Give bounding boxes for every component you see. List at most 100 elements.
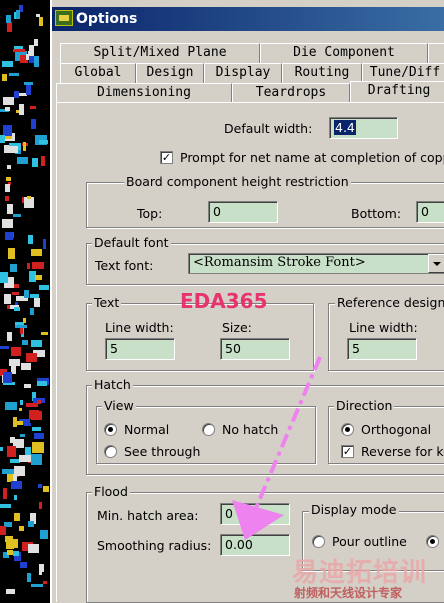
pour-outline-radio[interactable] [312, 535, 325, 548]
reverse-checkbox[interactable]: ✓ [341, 445, 354, 458]
view-see-through-label: See through [124, 444, 201, 459]
pcb-pad [28, 521, 34, 527]
tab-design[interactable]: Design [136, 63, 204, 83]
pcb-pad [28, 544, 39, 553]
app-icon [55, 10, 73, 26]
pcb-pad [34, 56, 39, 67]
title-bar[interactable]: Options [52, 7, 444, 31]
pcb-pad [14, 495, 17, 500]
orthogonal-radio[interactable] [341, 423, 354, 436]
pcb-pad [7, 305, 10, 309]
display-mode-title: Display mode [309, 502, 399, 517]
pcb-pad [15, 325, 27, 328]
pcb-pad [41, 156, 45, 166]
pcb-pad [5, 402, 17, 410]
pcb-pad [24, 423, 31, 426]
text-font-label: Text font: [95, 258, 154, 273]
pcb-pad [31, 584, 43, 587]
pcb-pad [31, 454, 42, 465]
tab-drafting[interactable]: Drafting [350, 81, 444, 103]
pcb-pad [6, 15, 11, 23]
tab-split-mixed-plane[interactable]: Split/Mixed Plane [60, 43, 260, 63]
pcb-pad [3, 488, 7, 499]
pcb-pad [20, 400, 23, 405]
pcb-pad [14, 513, 20, 521]
view-normal-radio[interactable] [104, 423, 117, 436]
watermark-sub: 射频和天线设计专家 [294, 586, 403, 600]
pcb-pad [19, 526, 24, 531]
pcb-pad [12, 292, 19, 295]
pcb-pad [43, 581, 47, 584]
tab-display[interactable]: Display [204, 63, 282, 83]
pcb-pad [39, 502, 42, 509]
pcb-pad [16, 10, 20, 19]
pcb-pad [26, 84, 31, 95]
pcb-pad [34, 39, 38, 46]
default-width-input[interactable]: 4.4 [329, 117, 398, 139]
pcb-pad [29, 410, 39, 419]
pcb-pad [31, 119, 36, 129]
top-height-input[interactable]: 0 [208, 201, 278, 223]
view-see-through-radio[interactable] [104, 445, 117, 458]
pcb-pad [2, 219, 13, 228]
ref-line-width-label: Line width: [349, 320, 418, 335]
text-line-width-label: Line width: [105, 320, 174, 335]
pcb-pad [39, 140, 48, 144]
pcb-pad [0, 526, 6, 535]
chevron-down-icon[interactable] [428, 254, 444, 273]
flood-title: Flood [92, 484, 130, 499]
pcb-pad [20, 327, 23, 334]
pcb-pad [6, 589, 15, 594]
pcb-pad [7, 204, 13, 214]
pcb-pad [43, 239, 46, 249]
pcb-pad [7, 22, 12, 32]
pcb-pad [13, 551, 19, 556]
tab-overflow[interactable] [428, 43, 444, 63]
tab-global[interactable]: Global [60, 63, 136, 83]
pcb-pad [14, 307, 20, 311]
prompt-netname-label: Prompt for net name at completion of cop… [180, 150, 444, 165]
prompt-netname-checkbox[interactable]: ✓ [160, 151, 173, 164]
options-dialog: Options Split/Mixed Plane Die Component … [50, 0, 444, 603]
eda365-brand-annotation: EDA365 [180, 289, 268, 313]
pcb-pad [7, 332, 12, 341]
pcb-pad [0, 346, 9, 349]
pcb-pad [34, 433, 44, 439]
pcb-pad [2, 469, 14, 474]
pcb-pad [0, 447, 3, 451]
pcb-pad [20, 434, 25, 437]
ref-line-width-input[interactable]: 5 [347, 338, 417, 360]
view-title: View [102, 398, 136, 413]
view-no-hatch-label: No hatch [222, 422, 279, 437]
min-hatch-input[interactable]: 0 [220, 503, 290, 525]
pcb-pad [17, 157, 28, 164]
pcb-pad [39, 567, 42, 575]
tab-dimensioning[interactable]: Dimensioning [56, 83, 232, 103]
text-font-select[interactable]: <Romansim Stroke Font> [188, 253, 444, 274]
display-mode-radio-2[interactable] [426, 535, 439, 548]
text-size-input[interactable]: 50 [220, 338, 290, 360]
view-normal-label: Normal [124, 422, 170, 437]
tab-die-component[interactable]: Die Component [260, 43, 428, 63]
ref-designator-title: Reference design [335, 295, 444, 310]
pcb-pad [0, 135, 5, 143]
pcb-pad [11, 347, 21, 356]
pcb-pad [7, 446, 16, 457]
text-size-label: Size: [222, 320, 252, 335]
bottom-height-input[interactable]: 0 [416, 201, 444, 223]
pcb-pad [32, 262, 44, 269]
hatch-title: Hatch [92, 377, 133, 392]
pcb-pad [27, 573, 31, 582]
tab-teardrops[interactable]: Teardrops [232, 83, 350, 103]
pcb-pad [38, 484, 42, 488]
view-no-hatch-radio[interactable] [202, 423, 215, 436]
text-line-width-input[interactable]: 5 [105, 338, 175, 360]
tab-tune-diff[interactable]: Tune/Diff [362, 63, 444, 83]
pcb-pad [13, 214, 21, 217]
pcb-pad [21, 363, 31, 370]
pcb-layout-background [0, 0, 50, 603]
tab-routing[interactable]: Routing [282, 63, 362, 83]
pcb-pad [19, 104, 24, 115]
pcb-pad [3, 97, 14, 105]
smoothing-input[interactable]: 0.00 [220, 534, 290, 556]
